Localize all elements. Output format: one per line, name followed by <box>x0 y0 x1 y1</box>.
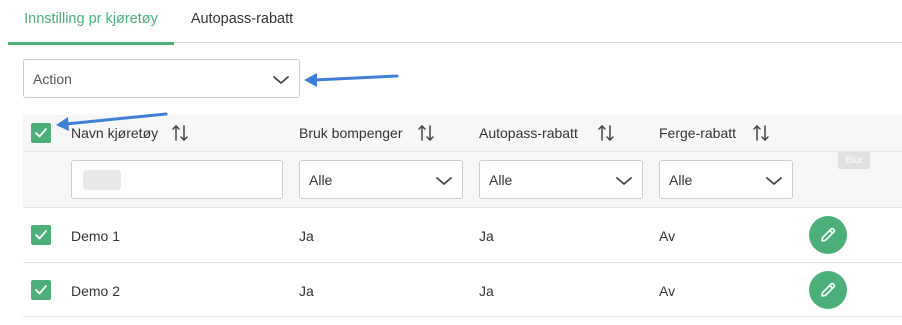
autopass-value: Ja <box>479 228 494 244</box>
pencil-icon <box>821 282 836 297</box>
sort-icon[interactable] <box>171 124 189 142</box>
bompenger-value: Ja <box>299 228 314 244</box>
tab-label: Autopass-rabatt <box>190 11 294 27</box>
bompenger-filter-select[interactable]: Alle <box>299 160 463 199</box>
row-divider <box>23 262 902 263</box>
column-header-ferge-rabatt: Ferge-rabatt <box>659 125 737 141</box>
row-checkbox[interactable] <box>31 280 51 300</box>
chevron-down-icon <box>272 75 290 85</box>
tab-innstilling-pr-kjoretoy[interactable]: Innstilling pr kjøretøy <box>8 0 174 45</box>
chevron-down-icon <box>435 176 453 186</box>
checkmark-icon <box>35 230 47 240</box>
select-value: Alle <box>309 172 333 188</box>
edit-button[interactable] <box>809 271 847 309</box>
tab-bar: Innstilling pr kjøretøy Autopass-rabatt <box>8 0 902 45</box>
bompenger-value: Ja <box>299 283 314 299</box>
sort-icon[interactable] <box>417 124 435 142</box>
ferge-value: Av <box>659 228 676 244</box>
select-all-checkbox[interactable] <box>31 123 51 143</box>
header-divider <box>23 151 902 152</box>
row-checkbox[interactable] <box>31 225 51 245</box>
action-select[interactable]: Action <box>23 59 300 98</box>
blur-badge: Blur <box>838 152 870 169</box>
name-filter-input[interactable] <box>71 160 283 199</box>
column-header-bruk-bompenger: Bruk bompenger <box>299 125 403 141</box>
select-value: Alle <box>669 172 693 188</box>
column-header-autopass-rabatt: Autopass-rabatt <box>479 125 578 141</box>
row-divider <box>23 207 902 208</box>
autopass-filter-select[interactable]: Alle <box>479 160 643 199</box>
autopass-value: Ja <box>479 283 494 299</box>
ferge-filter-select[interactable]: Alle <box>659 160 793 199</box>
chevron-down-icon <box>615 176 633 186</box>
select-value: Alle <box>489 172 513 188</box>
sort-icon[interactable] <box>752 124 770 142</box>
annotation-arrow-icon <box>304 73 399 87</box>
pencil-icon <box>821 227 836 242</box>
vehicle-name: Demo 2 <box>71 283 121 299</box>
row-divider <box>23 316 902 317</box>
action-select-value: Action <box>33 71 72 87</box>
sort-icon[interactable] <box>597 124 615 142</box>
tab-autopass-rabatt[interactable]: Autopass-rabatt <box>188 0 296 43</box>
vehicle-name: Demo 1 <box>71 228 121 244</box>
blurred-text <box>83 170 121 190</box>
tab-label: Innstilling pr kjøretøy <box>24 11 158 27</box>
checkmark-icon <box>35 128 47 138</box>
edit-button[interactable] <box>809 216 847 254</box>
column-header-navn-kjoretoy: Navn kjøretøy <box>71 125 159 141</box>
chevron-down-icon <box>765 176 783 186</box>
active-tab-indicator <box>8 42 174 45</box>
ferge-value: Av <box>659 283 676 299</box>
checkmark-icon <box>35 285 47 295</box>
